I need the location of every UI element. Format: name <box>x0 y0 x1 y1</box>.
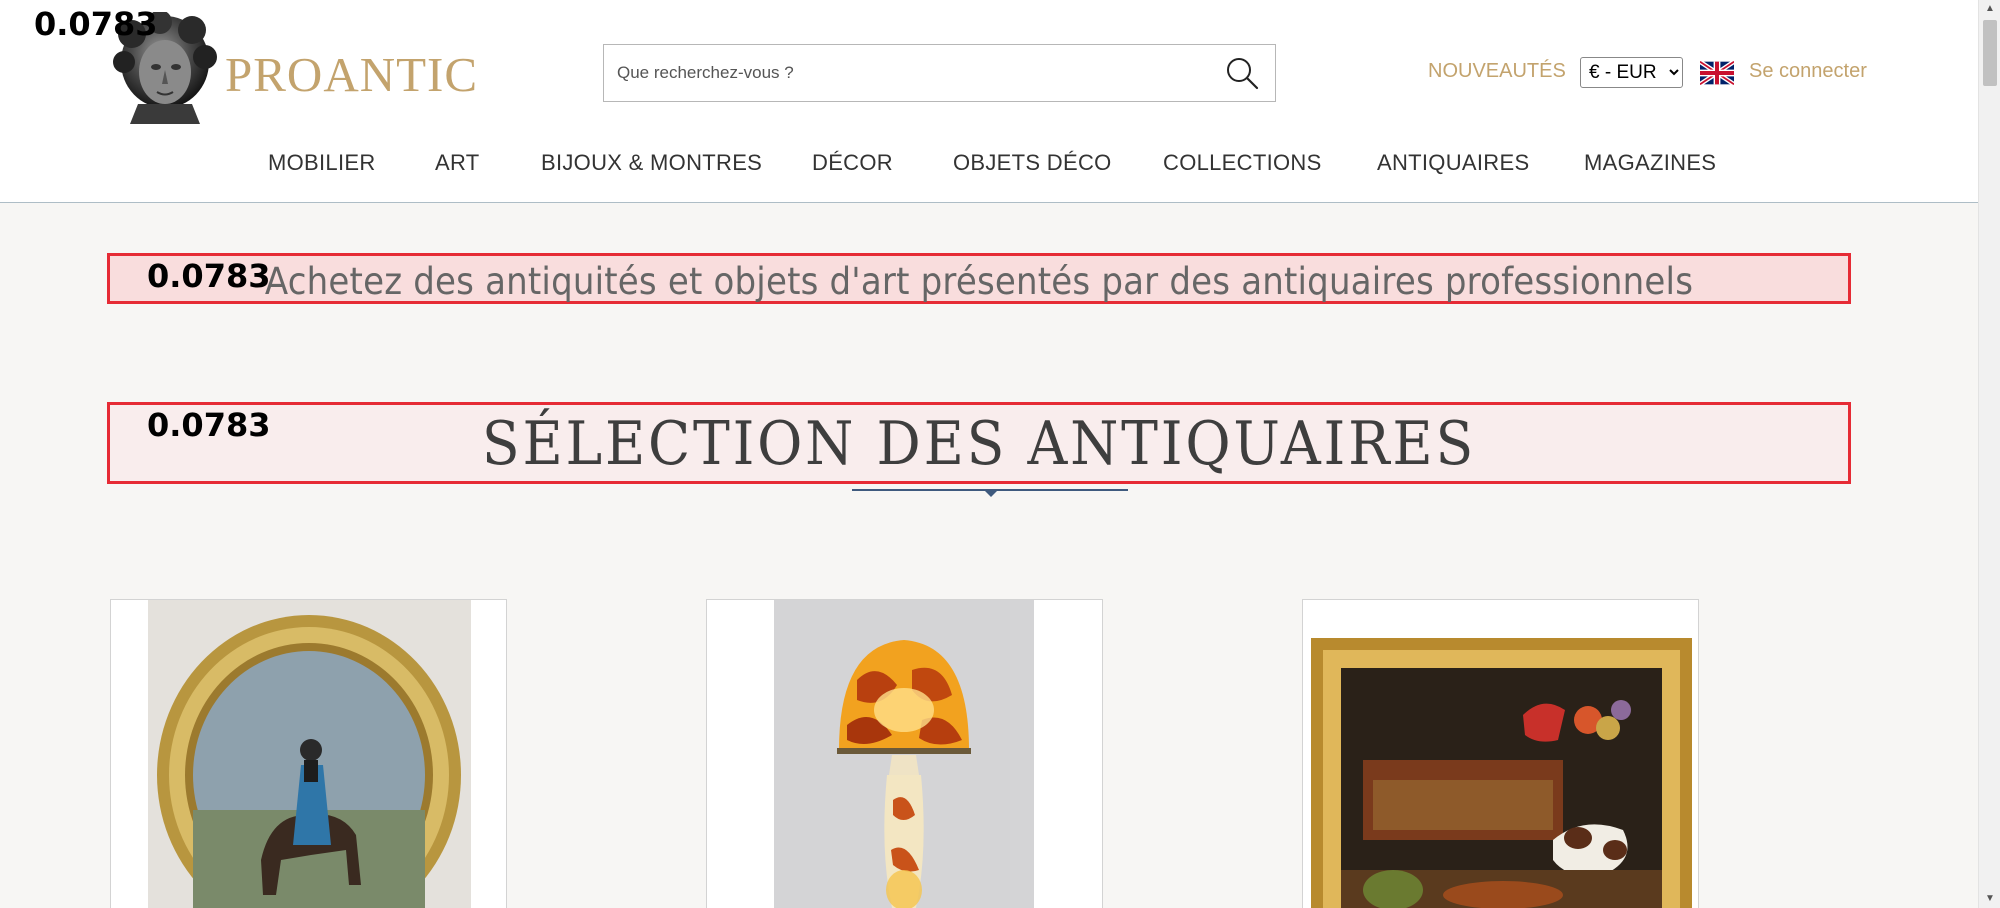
new-arrivals-link[interactable]: NOUVEAUTÉS <box>1428 60 1566 83</box>
search-icon[interactable] <box>1223 55 1261 93</box>
page-scrollbar[interactable]: ▲ ▼ <box>1978 0 2000 908</box>
nav-item-collections[interactable]: COLLECTIONS <box>1163 150 1322 176</box>
search-input[interactable] <box>604 45 1204 101</box>
oval-portrait-painting-image <box>148 600 471 908</box>
divider-arrow-icon <box>984 490 998 497</box>
nav-item-objets-deco[interactable]: OBJETS DÉCO <box>953 150 1112 176</box>
nav-item-art[interactable]: ART <box>435 150 480 176</box>
still-life-painting-image <box>1311 638 1692 908</box>
uk-flag-icon[interactable] <box>1698 59 1736 87</box>
scroll-up-arrow-icon[interactable]: ▲ <box>1979 2 2000 16</box>
product-card-glass-lamp[interactable] <box>706 599 1103 908</box>
logo-text[interactable]: PROANTIC <box>225 46 478 103</box>
nav-item-decor[interactable]: DÉCOR <box>812 150 893 176</box>
site-header: PROANTIC NOUVEAUTÉS € - EUR Se connecter… <box>0 0 1978 203</box>
debug-score-top: 0.0783 <box>34 5 158 43</box>
login-link[interactable]: Se connecter <box>1749 60 1867 83</box>
main-nav: MOBILIER ART BIJOUX & MONTRES DÉCOR OBJE… <box>0 150 1978 180</box>
scroll-down-arrow-icon[interactable]: ▼ <box>1979 892 2000 906</box>
nav-item-mobilier[interactable]: MOBILIER <box>268 150 376 176</box>
scroll-thumb[interactable] <box>1983 20 1997 86</box>
currency-select[interactable]: € - EUR <box>1580 57 1683 88</box>
section-title: SÉLECTION DES ANTIQUAIRES <box>481 409 1477 479</box>
section-title-banner: 0.0783 SÉLECTION DES ANTIQUAIRES <box>107 402 1851 484</box>
search-box <box>603 44 1276 102</box>
nav-item-antiquaires[interactable]: ANTIQUAIRES <box>1377 150 1529 176</box>
art-nouveau-lamp-image <box>774 600 1034 908</box>
product-card-still-life-painting[interactable] <box>1302 599 1699 908</box>
tagline-text: Achetez des antiquités et objets d'art p… <box>264 260 1694 303</box>
nav-item-bijoux-montres[interactable]: BIJOUX & MONTRES <box>541 150 762 176</box>
nav-item-magazines[interactable]: MAGAZINES <box>1584 150 1716 176</box>
tagline-banner: 0.0783 Achetez des antiquités et objets … <box>107 253 1851 304</box>
product-card-oval-painting[interactable] <box>110 599 507 908</box>
